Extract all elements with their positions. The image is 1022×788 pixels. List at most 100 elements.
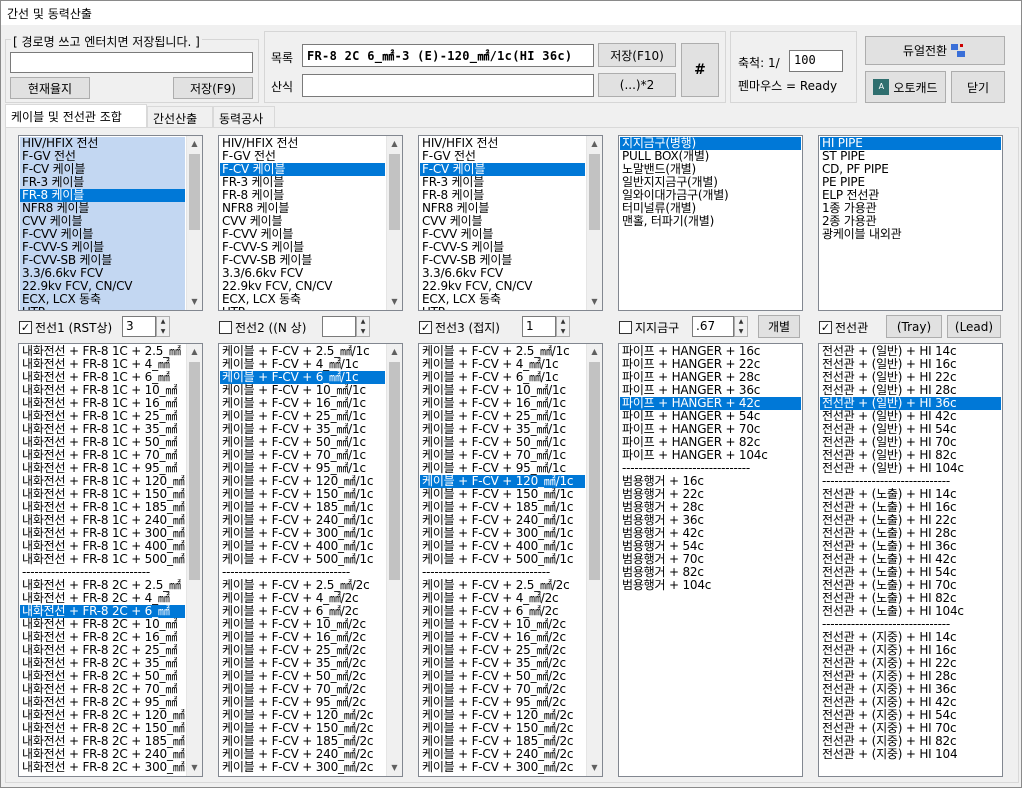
list-item[interactable]: 지지금구(병행) — [620, 137, 801, 150]
wire3-count-input[interactable]: 1 — [522, 316, 556, 337]
close-button[interactable]: 닫기 — [951, 71, 1005, 103]
list-item[interactable]: 내화전선 + FR-8 1C + 185_㎟ — [20, 501, 185, 514]
list-item[interactable]: 케이블 + F-CV + 500_㎟/1c — [420, 553, 585, 566]
tab-cable-combo[interactable]: 케이블 및 전선관 조합 — [5, 104, 147, 128]
list-item[interactable]: 케이블 + F-CV + 120_㎟/1c — [220, 475, 385, 488]
list-item[interactable]: 내화전선 + FR-8 2C + 50_㎟ — [20, 670, 185, 683]
list-item[interactable]: ECX, LCX 동축 — [20, 293, 185, 306]
list-item[interactable]: NFR8 케이블 — [20, 202, 185, 215]
list-item[interactable]: 케이블 + F-CV + 185_㎟/1c — [220, 501, 385, 514]
list-item[interactable]: 케이블 + F-CV + 10_㎟/1c — [420, 384, 585, 397]
scroll-up-icon[interactable]: ▲ — [387, 136, 402, 152]
list-item[interactable]: 전선관 + (노출) + HI 36c — [820, 540, 1001, 553]
list-item[interactable]: 전선관 + (일반) + HI 104c — [820, 462, 1001, 475]
list-item[interactable]: F-CVV 케이블 — [220, 228, 385, 241]
list-item[interactable]: 케이블 + F-CV + 50_㎟/1c — [420, 436, 585, 449]
wire3-check[interactable]: ✓ 전선3 (접지) — [419, 319, 500, 336]
list-item[interactable]: 범용행거 + 16c — [620, 475, 801, 488]
list-item[interactable]: 전선관 + (지중) + HI 70c — [820, 722, 1001, 735]
list-item[interactable]: 케이블 + F-CV + 185_㎟/2c — [220, 735, 385, 748]
list-item[interactable]: 케이블 + F-CV + 10_㎟/1c — [220, 384, 385, 397]
wire3-item-list[interactable]: 케이블 + F-CV + 2.5_㎟/1c 케이블 + F-CV + 4_㎟/1c… — [418, 343, 603, 777]
list-item[interactable]: F-CVV-S 케이블 — [420, 241, 585, 254]
list-item[interactable]: 케이블 + F-CV + 6_㎟/2c — [420, 605, 585, 618]
scrollbar[interactable]: ▲ ▼ — [186, 344, 202, 776]
list-item[interactable]: 파이프 + HANGER + 104c — [620, 449, 801, 462]
list-item[interactable]: 전선관 + (지중) + HI 36c — [820, 683, 1001, 696]
scroll-thumb[interactable] — [389, 362, 400, 580]
wire3-checkbox[interactable]: ✓ — [419, 321, 432, 334]
list-item[interactable]: 케이블 + F-CV + 16_㎟/2c — [220, 631, 385, 644]
list-item[interactable]: 범용행거 + 28c — [620, 501, 801, 514]
list-item[interactable]: F-GV 전선 — [220, 150, 385, 163]
list-item[interactable]: 파이프 + HANGER + 82c — [620, 436, 801, 449]
list-item[interactable]: 케이블 + F-CV + 35_㎟/1c — [220, 423, 385, 436]
list-item[interactable]: 2종 가용관 — [820, 215, 1001, 228]
list-item[interactable]: 내화전선 + FR-8 1C + 95_㎟ — [20, 462, 185, 475]
list-item[interactable]: F-CV 케이블 — [220, 163, 385, 176]
list-item[interactable]: 내화전선 + FR-8 1C + 25_㎟ — [20, 410, 185, 423]
lead-button[interactable]: (Lead) — [947, 315, 1001, 338]
list-item[interactable]: ECX, LCX 동축 — [420, 293, 585, 306]
list-item[interactable]: 내화전선 + FR-8 2C + 70_㎟ — [20, 683, 185, 696]
support-check[interactable]: 지지금구 — [619, 319, 679, 336]
cable-type-list-1[interactable]: HIV/HFIX 전선 F-GV 전선 F-CV 케이블 FR-3 케이블 FR-8 케… — [18, 135, 203, 311]
list-item[interactable]: 내화전선 + FR-8 1C + 16_㎟ — [20, 397, 185, 410]
list-item[interactable]: FR-8 케이블 — [220, 189, 385, 202]
scroll-thumb[interactable] — [189, 362, 200, 580]
list-item[interactable]: 전선관 + (지중) + HI 42c — [820, 696, 1001, 709]
list-item[interactable]: 케이블 + F-CV + 2.5_㎟/1c — [420, 345, 585, 358]
list-item[interactable]: 22.9kv FCV, CN/CV — [20, 280, 185, 293]
list-item[interactable]: 케이블 + F-CV + 35_㎟/1c — [420, 423, 585, 436]
list-item[interactable]: 파이프 + HANGER + 54c — [620, 410, 801, 423]
wire3-spinner[interactable]: ▲ ▼ — [556, 316, 570, 337]
spin-up-icon[interactable]: ▲ — [357, 317, 369, 327]
list-item[interactable]: 범용행거 + 104c — [620, 579, 801, 592]
scroll-up-icon[interactable]: ▲ — [387, 344, 402, 360]
list-item[interactable]: 파이프 + HANGER + 22c — [620, 358, 801, 371]
wire2-count-input[interactable] — [322, 316, 356, 337]
wire1-item-list[interactable]: 내화전선 + FR-8 1C + 2.5_㎟ 내화전선 + FR-8 1C + 4… — [18, 343, 203, 777]
list-item[interactable]: 전선관 + (일반) + HI 16c — [820, 358, 1001, 371]
spin-down-icon[interactable]: ▼ — [357, 327, 369, 337]
list-item[interactable]: 케이블 + F-CV + 6_㎟/2c — [220, 605, 385, 618]
list-item[interactable]: 케이블 + F-CV + 70_㎟/1c — [220, 449, 385, 462]
list-item[interactable]: F-CV 케이블 — [20, 163, 185, 176]
list-item[interactable]: 범용행거 + 42c — [620, 527, 801, 540]
list-item[interactable]: 1종 가용관 — [820, 202, 1001, 215]
list-item[interactable]: 케이블 + F-CV + 400_㎟/1c — [220, 540, 385, 553]
list-item[interactable]: F-GV 전선 — [20, 150, 185, 163]
scroll-up-icon[interactable]: ▲ — [187, 136, 202, 152]
list-item[interactable]: F-CVV 케이블 — [20, 228, 185, 241]
list-item[interactable]: 케이블 + F-CV + 10_㎟/2c — [420, 618, 585, 631]
list-item[interactable]: 내화전선 + FR-8 2C + 4_㎟ — [20, 592, 185, 605]
scrollbar[interactable]: ▲ ▼ — [586, 344, 602, 776]
conduit-check[interactable]: ✓ 전선관 — [819, 319, 868, 336]
list-item[interactable]: 내화전선 + FR-8 2C + 25_㎟ — [20, 644, 185, 657]
scroll-down-icon[interactable]: ▼ — [387, 294, 402, 310]
list-item[interactable]: 파이프 + HANGER + 28c — [620, 371, 801, 384]
list-item[interactable]: 맨홀, 터파기(개별) — [620, 215, 801, 228]
conduit-type-list[interactable]: HI PIPE ST PIPE CD, PF PIPE PE PIPE ELP 전선관 1… — [818, 135, 1003, 311]
list-item[interactable]: 내화전선 + FR-8 1C + 240_㎟ — [20, 514, 185, 527]
list-item[interactable]: 전선관 + (지중) + HI 22c — [820, 657, 1001, 670]
list-item[interactable]: 범용행거 + 54c — [620, 540, 801, 553]
list-item[interactable]: 케이블 + F-CV + 240_㎟/2c — [220, 748, 385, 761]
wire2-check[interactable]: 전선2 ((N 상) — [219, 319, 306, 336]
scale-input[interactable]: 100 — [789, 50, 843, 72]
list-item[interactable]: 케이블 + F-CV + 2.5_㎟/1c — [220, 345, 385, 358]
conduit-checkbox[interactable]: ✓ — [819, 321, 832, 334]
list-item[interactable]: 전선관 + (지중) + HI 16c — [820, 644, 1001, 657]
list-item[interactable]: F-CVV-S 케이블 — [220, 241, 385, 254]
scrollbar[interactable]: ▲ ▼ — [386, 344, 402, 776]
scroll-thumb[interactable] — [589, 362, 600, 580]
cable-type-list-2[interactable]: HIV/HFIX 전선 F-GV 전선 F-CV 케이블 FR-3 케이블 FR-8 케… — [218, 135, 403, 311]
list-item[interactable]: 파이프 + HANGER + 42c — [620, 397, 801, 410]
list-item[interactable]: 전선관 + (노출) + HI 16c — [820, 501, 1001, 514]
cable-type-list-3[interactable]: HIV/HFIX 전선 F-GV 전선 F-CV 케이블 FR-3 케이블 FR-8 케… — [418, 135, 603, 311]
list-item[interactable]: 전선관 + (노출) + HI 82c — [820, 592, 1001, 605]
list-item[interactable]: 케이블 + F-CV + 50_㎟/2c — [420, 670, 585, 683]
list-item[interactable]: 내화전선 + FR-8 2C + 300_㎟ — [20, 761, 185, 774]
list-item[interactable]: PE PIPE — [820, 176, 1001, 189]
list-item[interactable]: 케이블 + F-CV + 120_㎟/2c — [420, 709, 585, 722]
